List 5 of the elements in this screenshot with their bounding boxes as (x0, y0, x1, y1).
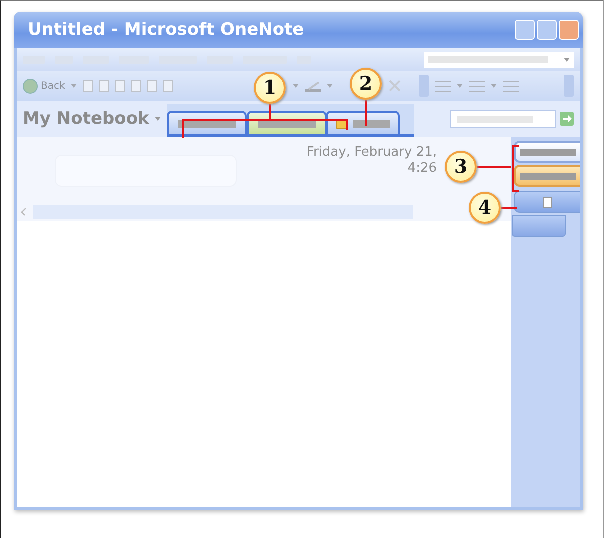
page-time: 4:26 (406, 161, 437, 177)
page-date: Friday, February 21, (306, 145, 437, 161)
window-title: Untitled - Microsoft OneNote (28, 20, 306, 40)
notebook-name[interactable]: My Notebook (23, 109, 150, 129)
back-button[interactable]: Back (41, 80, 66, 92)
